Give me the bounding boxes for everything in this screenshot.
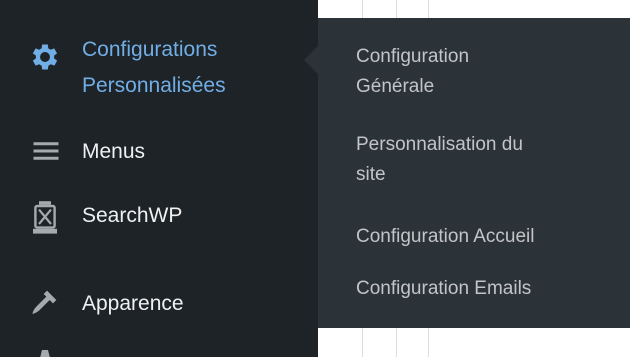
sidebar-item-apparence[interactable]: Apparence — [0, 280, 318, 326]
sidebar-item-label: Apparence — [82, 292, 184, 315]
submenu-item-label: Générale — [356, 76, 435, 97]
submenu-item-configuration-accueil[interactable]: Configuration Accueil — [356, 222, 626, 252]
submenu-item-label: Configuration Accueil — [356, 226, 535, 247]
gear-icon — [28, 40, 62, 74]
lantern-icon — [30, 200, 60, 236]
sidebar-item-configurations-personnalisees[interactable]: Configurations Personnalisées — [0, 18, 318, 118]
admin-sidebar: Configurations Personnalisées Menus Sear… — [0, 0, 318, 357]
submenu-item-configuration-generale[interactable]: Configuration Générale — [356, 42, 626, 102]
submenu-item-label: Configuration — [356, 46, 470, 67]
sidebar-item-searchwp[interactable]: SearchWP — [0, 194, 318, 244]
submenu-item-configuration-emails[interactable]: Configuration Emails — [356, 274, 626, 304]
submenu-item-label: site — [356, 164, 386, 185]
brush-icon — [28, 286, 62, 318]
sidebar-item-label: Personnalisées — [82, 74, 226, 97]
submenu-item-label: Personnalisation du — [356, 134, 523, 155]
next-item-icon — [30, 345, 60, 357]
sidebar-item-label: Configurations — [82, 38, 218, 61]
submenu-item-personnalisation-du-site[interactable]: Personnalisation du site — [356, 130, 626, 190]
sidebar-item-label: Menus — [82, 140, 146, 163]
flyout-submenu: Configuration Générale Personnalisation … — [318, 18, 630, 328]
menu-lines-icon — [31, 136, 61, 166]
sidebar-item-menus[interactable]: Menus — [0, 130, 318, 174]
admin-screen: Configurations Personnalisées Menus Sear… — [0, 0, 630, 357]
sidebar-item-label: SearchWP — [82, 204, 183, 227]
submenu-item-label: Configuration Emails — [356, 278, 532, 299]
flyout-arrow — [304, 46, 318, 74]
